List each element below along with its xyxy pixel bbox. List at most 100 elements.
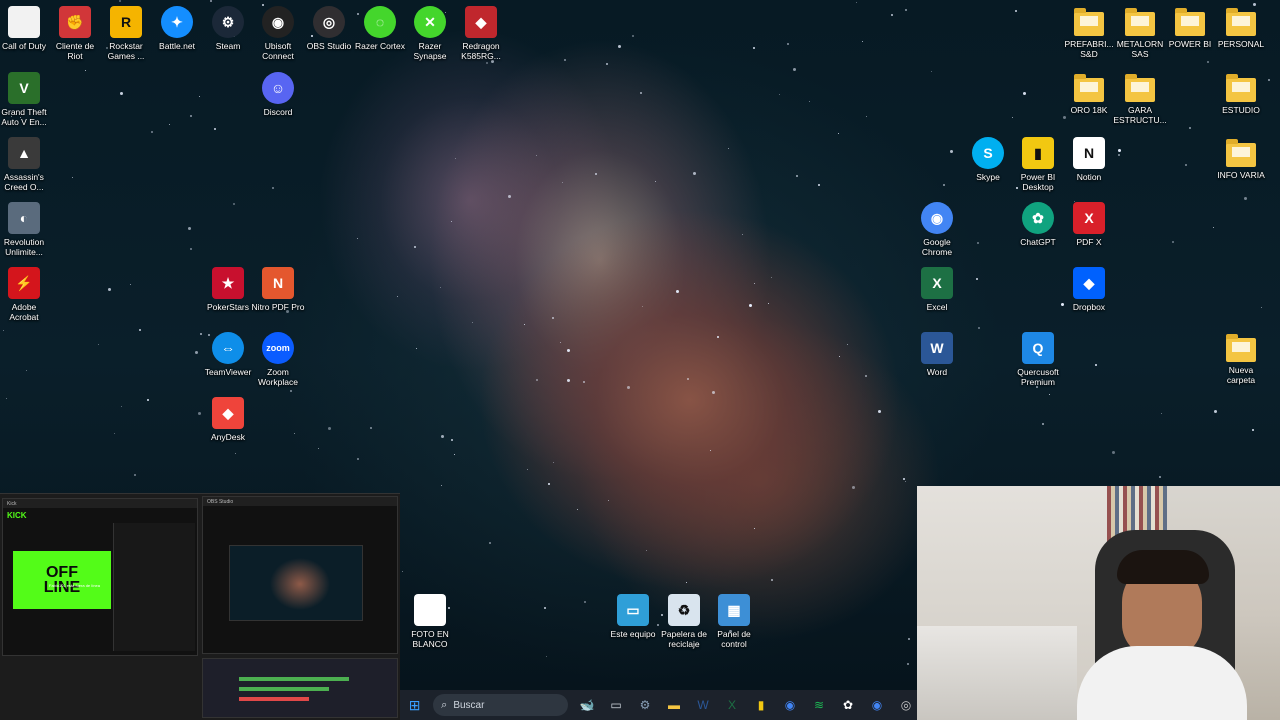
taskbar-excel-excel-icon[interactable]: X: [721, 694, 743, 716]
star: [328, 427, 331, 430]
desktop-icon-chrome[interactable]: ◉ Google Chrome: [905, 202, 969, 257]
star: [655, 181, 656, 182]
taskbar-whale-whale-icon[interactable]: 🐋: [576, 694, 598, 716]
desktop-icon-nitro[interactable]: N Nitro PDF Pro: [246, 267, 310, 312]
desktop-icon-excel[interactable]: X Excel: [905, 267, 969, 312]
star: [931, 71, 932, 72]
taskbar-spotify-spotify-icon[interactable]: ≋: [808, 694, 830, 716]
star: [233, 203, 235, 205]
obs-window-preview[interactable]: OBS Studio: [202, 496, 398, 654]
desktop-icon-panel-control[interactable]: ▦ Panel de control: [702, 594, 766, 649]
acrobat-icon: ⚡: [8, 267, 40, 299]
folder-document-preview: [1232, 147, 1250, 157]
desktop-icon-pdfx[interactable]: X PDF X: [1057, 202, 1121, 247]
redragon-icon: ◆: [465, 6, 497, 38]
taskbar-chrome-profile-chrome-icon[interactable]: ◉: [866, 694, 888, 716]
star: [905, 481, 906, 482]
star: [489, 542, 491, 544]
star: [451, 439, 453, 441]
desktop-icon-foto-blanco[interactable]: FOTO EN BLANCO: [398, 594, 462, 649]
excel-icon: X: [921, 267, 953, 299]
star: [119, 0, 121, 2]
desktop-icon-notion[interactable]: N Notion: [1057, 137, 1121, 182]
desktop-icon-nueva-carpeta[interactable]: Nueva carpeta: [1209, 332, 1273, 385]
star: [1252, 429, 1254, 431]
obs-icon: ◎: [313, 6, 345, 38]
taskbar-chatgpt-chatgpt-icon[interactable]: ✿: [837, 694, 859, 716]
taskbar-word-word-icon[interactable]: W: [692, 694, 714, 716]
desktop-icon-revolution[interactable]: ◐ Revolution Unlimite...: [0, 202, 56, 257]
taskbar-chrome-chrome-icon[interactable]: ◉: [779, 694, 801, 716]
star: [546, 656, 547, 657]
desktop-icon-word[interactable]: W Word: [905, 332, 969, 377]
windows-icon[interactable]: ⊞: [404, 694, 425, 716]
star: [618, 45, 621, 48]
star: [1042, 423, 1044, 425]
desktop-icon-personal[interactable]: PERSONAL: [1209, 6, 1273, 49]
star: [169, 124, 170, 125]
taskbar-settings-gear-icon[interactable]: ⚙: [634, 694, 656, 716]
star: [950, 150, 953, 153]
star: [536, 379, 538, 381]
star: [440, 287, 441, 288]
kick-window-preview[interactable]: Kick KICK OFF LINE Fabio101 está fuera d…: [2, 498, 198, 656]
discord-icon: ☺: [262, 72, 294, 104]
desktop-icon-estudio[interactable]: ESTUDIO: [1209, 72, 1273, 115]
folder-icon: [1226, 139, 1256, 167]
desktop-icon-label: Discord: [263, 107, 293, 117]
desktop-icon-acrobat[interactable]: ⚡ Adobe Acrobat: [0, 267, 56, 322]
star: [627, 386, 630, 389]
pdfx-icon: X: [1073, 202, 1105, 234]
star: [552, 317, 554, 319]
star: [595, 173, 597, 175]
folder-document-preview: [1232, 16, 1250, 26]
star: [290, 390, 292, 392]
star: [584, 601, 586, 603]
desktop-icon-label: ESTUDIO: [1222, 105, 1260, 115]
star: [441, 435, 444, 438]
desktop-icon-anydesk[interactable]: ◆ AnyDesk: [196, 397, 260, 442]
desktop-icon-gara[interactable]: GARA ESTRUCTU...: [1108, 72, 1172, 125]
desktop-icon-dropbox[interactable]: ◆ Dropbox: [1057, 267, 1121, 312]
person-shirt: [1077, 646, 1247, 720]
star: [903, 478, 905, 480]
star: [486, 62, 488, 64]
star: [686, 582, 687, 583]
obs-mixer-preview[interactable]: [202, 658, 398, 718]
desktop-icon-gta[interactable]: V Grand Theft Auto V En...: [0, 72, 56, 127]
desktop-icon-info-varia[interactable]: INFO VARIA: [1209, 137, 1273, 180]
assassins-icon: ▲: [8, 137, 40, 169]
star: [905, 9, 907, 11]
star: [6, 398, 7, 399]
taskbar-task-view-task-view-icon[interactable]: ▭: [605, 694, 627, 716]
star: [190, 248, 192, 250]
desktop-icon-quercusoft[interactable]: Q Quercusoft Premium: [1006, 332, 1070, 387]
star: [454, 454, 455, 455]
desktop-icon-assassins[interactable]: ▲ Assassin's Creed O...: [0, 137, 56, 192]
star: [1063, 116, 1066, 119]
star: [120, 92, 123, 95]
taskbar-powerbi-powerbi-icon[interactable]: ▮: [750, 694, 772, 716]
taskbar-search[interactable]: ⌕ Buscar: [433, 694, 568, 716]
star: [508, 195, 511, 198]
star: [357, 458, 359, 460]
star: [793, 68, 796, 71]
star: [560, 342, 561, 343]
star: [85, 70, 86, 71]
star: [1023, 92, 1026, 95]
star: [606, 63, 608, 65]
taskbar-obs-obs-icon[interactable]: ◎: [895, 694, 917, 716]
taskbar-explorer-folder-icon[interactable]: ▬: [663, 694, 685, 716]
star: [527, 469, 528, 470]
control-panel-icon: ▦: [718, 594, 750, 626]
star: [809, 101, 810, 102]
notion-icon: N: [1073, 137, 1105, 169]
star: [632, 35, 634, 37]
folder-icon: [1175, 8, 1205, 36]
desktop-icon-label: Word: [926, 367, 948, 377]
desktop-icon-redragon[interactable]: ◆ Redragon K585RG...: [449, 6, 513, 61]
star: [544, 607, 546, 609]
desktop-icon-label: Adobe Acrobat: [9, 302, 39, 322]
desktop-icon-discord[interactable]: ☺ Discord: [246, 72, 310, 117]
desktop-icon-zoom[interactable]: zoom Zoom Workplace: [246, 332, 310, 387]
